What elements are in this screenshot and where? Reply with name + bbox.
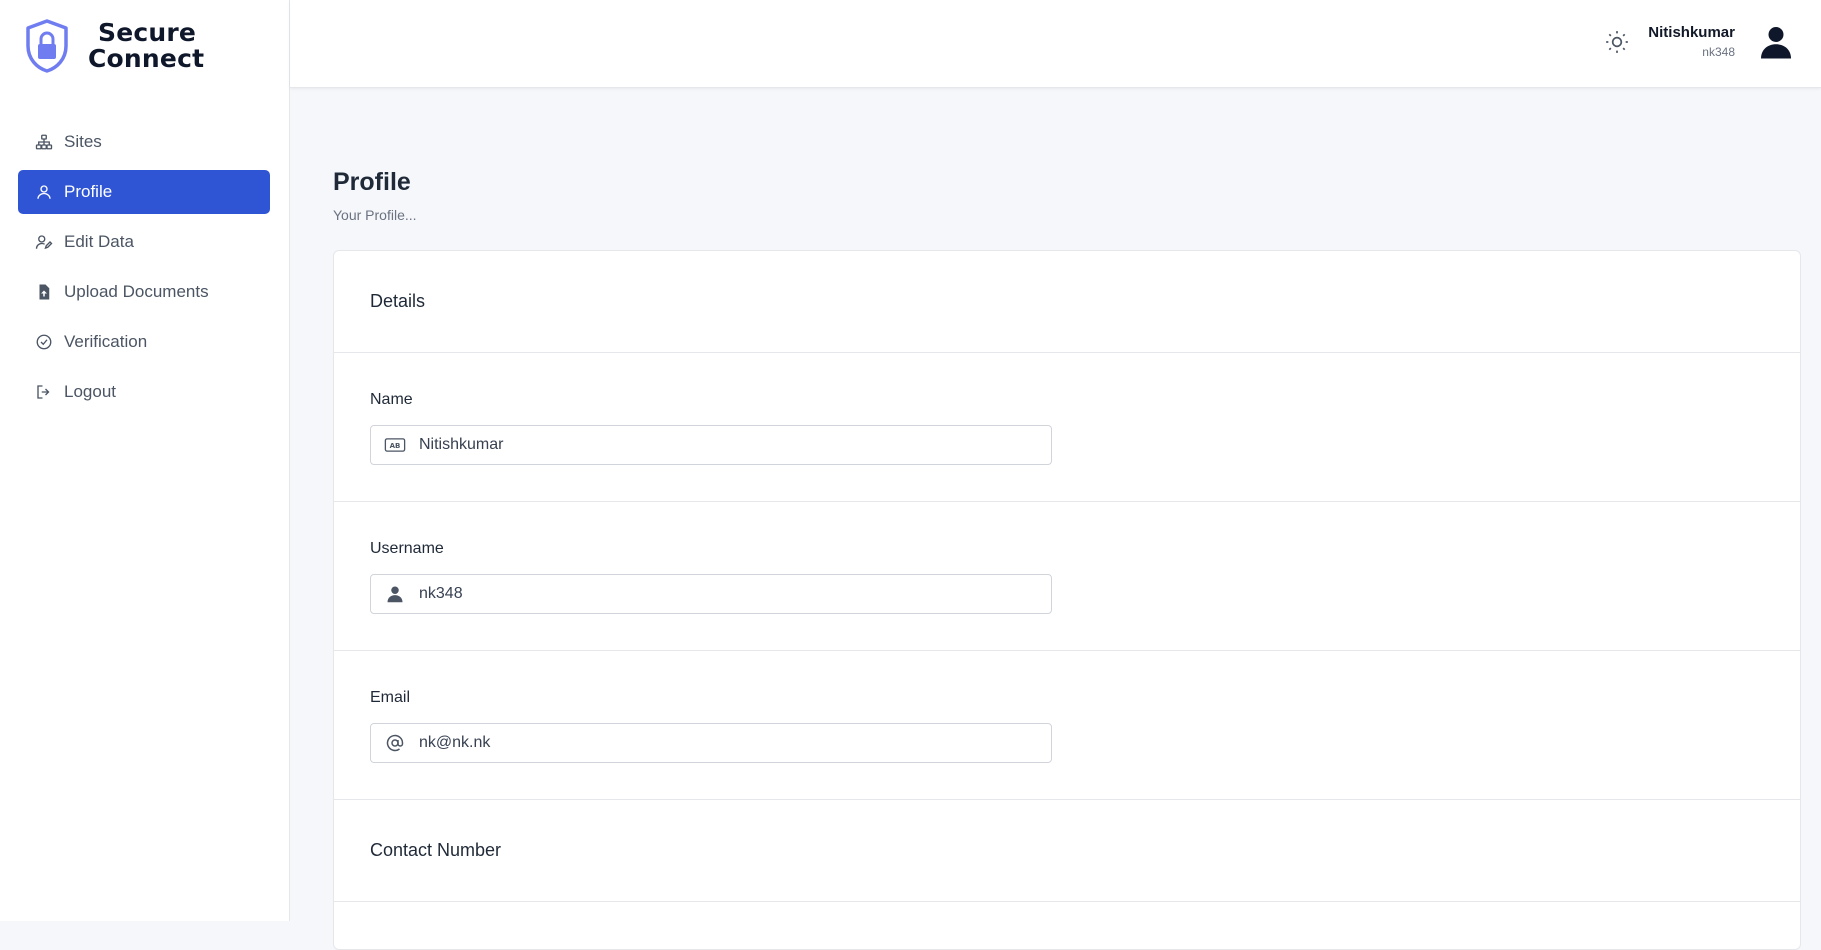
- sitemap-icon: [34, 132, 54, 152]
- username-input[interactable]: [419, 576, 1019, 612]
- sidebar-item-label: Logout: [64, 382, 116, 401]
- user-avatar-button[interactable]: [1758, 24, 1794, 60]
- profile-card: Details Name AB Username: [333, 250, 1801, 950]
- email-field[interactable]: [370, 723, 1052, 763]
- brand-line-2: Connect: [88, 44, 205, 73]
- user-edit-icon: [34, 232, 54, 252]
- name-input[interactable]: [419, 427, 1019, 463]
- page-subtitle: Your Profile...: [333, 207, 417, 223]
- sidebar-item-label: Profile: [64, 182, 113, 201]
- check-circle-icon: [34, 332, 54, 352]
- sidebar-item-edit-data[interactable]: Edit Data: [18, 220, 270, 264]
- brand-name: Secure Connect: [88, 20, 204, 72]
- contact-title: Contact Number: [370, 840, 502, 860]
- user-name: Nitishkumar: [1648, 24, 1735, 41]
- page-title: Profile: [333, 168, 411, 196]
- sidebar-item-label: Verification: [64, 332, 148, 351]
- brand-logo[interactable]: Secure Connect: [24, 18, 204, 74]
- name-field[interactable]: AB: [370, 425, 1052, 465]
- sidebar-item-upload-documents[interactable]: Upload Documents: [18, 270, 270, 314]
- top-header: Nitishkumar nk348: [290, 0, 1821, 88]
- sun-icon: [1606, 31, 1628, 53]
- brand-line-1: Secure: [98, 18, 197, 47]
- user-handle: nk348: [1702, 45, 1735, 59]
- name-label: Name: [370, 391, 413, 408]
- logout-icon: [34, 382, 54, 402]
- user-icon: [34, 182, 54, 202]
- name-section: Name AB: [334, 353, 1800, 502]
- user-icon: [371, 574, 419, 614]
- sidebar-item-profile[interactable]: Profile: [18, 170, 270, 214]
- user-avatar-icon: [1761, 27, 1791, 59]
- sidebar-item-label: Sites: [64, 132, 102, 151]
- username-field[interactable]: [370, 574, 1052, 614]
- shield-lock-icon: [26, 19, 68, 73]
- details-title: Details: [370, 291, 426, 311]
- svg-text:AB: AB: [390, 442, 401, 450]
- email-label: Email: [370, 689, 411, 706]
- user-info: Nitishkumar nk348: [1648, 24, 1735, 59]
- sidebar-item-label: Edit Data: [64, 232, 134, 251]
- username-label: Username: [370, 540, 444, 557]
- email-section: Email: [334, 651, 1800, 800]
- theme-toggle-button[interactable]: [1604, 29, 1630, 55]
- username-section: Username: [334, 502, 1800, 651]
- id-card-icon: AB: [371, 425, 419, 465]
- contact-header: Contact Number: [334, 800, 1800, 902]
- sidebar-item-label: Upload Documents: [64, 282, 209, 301]
- sidebar-item-logout[interactable]: Logout: [18, 370, 270, 414]
- email-input[interactable]: [419, 725, 1019, 761]
- sidebar: Secure Connect Sites Profile Edit Data U…: [0, 0, 290, 921]
- at-icon: [371, 723, 419, 763]
- sidebar-item-sites[interactable]: Sites: [18, 120, 270, 164]
- details-header: Details: [334, 251, 1800, 353]
- sidebar-nav: Sites Profile Edit Data Upload Documents…: [18, 120, 270, 420]
- sidebar-item-verification[interactable]: Verification: [18, 320, 270, 364]
- file-upload-icon: [34, 282, 54, 302]
